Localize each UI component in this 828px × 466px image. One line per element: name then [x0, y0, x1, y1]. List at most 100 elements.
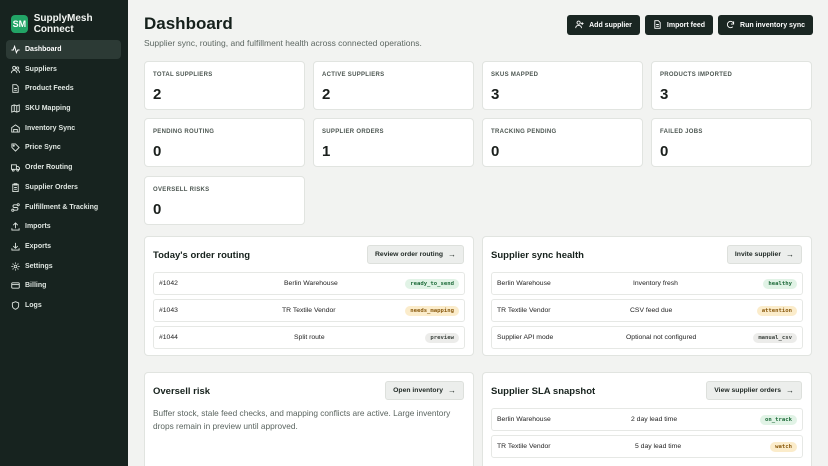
route-destination: TR Textile Vendor — [282, 307, 336, 314]
sidebar-item-billing[interactable]: Billing — [6, 276, 121, 295]
arrow-right-icon: → — [448, 250, 456, 259]
status-badge: manual_csv — [753, 333, 797, 343]
order-id: #1043 — [159, 307, 178, 314]
import-feed-button[interactable]: Import feed — [644, 15, 714, 35]
stat-label: PENDING ROUTING — [153, 129, 215, 135]
add-supplier-button[interactable]: Add supplier — [567, 15, 640, 35]
stat-value: 0 — [660, 143, 669, 160]
status-badge: on_track — [760, 415, 797, 425]
table-row[interactable]: Berlin Warehouse Inventory fresh healthy — [491, 272, 803, 295]
stat-value: 3 — [491, 86, 500, 103]
button-label: Invite supplier — [734, 251, 781, 258]
sidebar-item-label: SKU Mapping — [25, 105, 71, 113]
sync-detail: Optional not configured — [626, 334, 697, 341]
panel-title: Today's order routing — [153, 250, 251, 261]
stat-value: 2 — [322, 86, 331, 103]
brand-logo: SM — [11, 15, 28, 33]
order-routing-panel: Today's order routing Review order routi… — [144, 236, 474, 356]
arrow-right-icon: → — [448, 386, 456, 395]
map-icon — [11, 104, 20, 113]
stat-label: TRACKING PENDING — [491, 129, 557, 135]
file-icon — [11, 84, 20, 94]
panel-title: Supplier sync health — [491, 250, 584, 261]
brand[interactable]: SM SupplyMesh Connect — [11, 13, 128, 35]
lead-time: 2 day lead time — [631, 416, 678, 423]
supplier-name: TR Textile Vendor — [497, 443, 551, 450]
status-badge: needs_mapping — [405, 306, 459, 316]
status-badge: watch — [770, 442, 797, 452]
sidebar: SM SupplyMesh Connect Dashboard Supplier… — [0, 0, 128, 466]
stat-label: SUPPLIER ORDERS — [322, 129, 384, 135]
status-badge: attention — [756, 306, 797, 316]
sidebar-item-label: Product Feeds — [25, 85, 74, 93]
stat-label: FAILED JOBS — [660, 129, 703, 135]
warehouse-icon — [11, 124, 20, 133]
shield-icon — [11, 301, 20, 310]
sync-detail: CSV feed due — [630, 307, 673, 314]
sidebar-item-exports[interactable]: Exports — [6, 237, 121, 256]
sidebar-item-label: Billing — [25, 282, 47, 290]
review-order-routing-button[interactable]: Review order routing → — [367, 245, 464, 264]
stat-label: PRODUCTS IMPORTED — [660, 72, 733, 78]
sidebar-item-label: Settings — [25, 262, 53, 270]
lead-time: 5 day lead time — [635, 443, 682, 450]
arrow-right-icon: → — [786, 386, 794, 395]
button-label: View supplier orders — [714, 387, 781, 394]
table-row[interactable]: Supplier API mode Optional not configure… — [491, 326, 803, 349]
table-row[interactable]: TR Textile Vendor CSV feed due attention — [491, 299, 803, 322]
sidebar-item-logs[interactable]: Logs — [6, 296, 121, 315]
truck-icon — [11, 163, 20, 172]
route-icon — [11, 202, 20, 212]
sidebar-item-imports[interactable]: Imports — [6, 217, 121, 236]
sidebar-item-sku-mapping[interactable]: SKU Mapping — [6, 99, 121, 118]
header-actions: Add supplier Import feed Run inventory s… — [567, 15, 813, 35]
stat-card-active-suppliers: ACTIVE SUPPLIERS 2 — [313, 61, 474, 110]
sidebar-item-price-sync[interactable]: Price Sync — [6, 138, 121, 157]
page-subtitle: Supplier sync, routing, and fulfillment … — [144, 38, 422, 48]
table-row[interactable]: #1043 TR Textile Vendor needs_mapping — [153, 299, 465, 322]
sidebar-item-order-routing[interactable]: Order Routing — [6, 158, 121, 177]
table-row[interactable]: #1042 Berlin Warehouse ready_to_send — [153, 272, 465, 295]
stat-value: 1 — [322, 143, 331, 160]
panel-title: Oversell risk — [153, 386, 211, 397]
button-label: Review order routing — [375, 251, 443, 258]
sidebar-item-settings[interactable]: Settings — [6, 257, 121, 276]
status-badge: ready_to_send — [405, 279, 459, 289]
sidebar-item-product-feeds[interactable]: Product Feeds — [6, 79, 121, 98]
order-id: #1044 — [159, 334, 178, 341]
stat-label: OVERSELL RISKS — [153, 187, 210, 193]
sidebar-item-inventory-sync[interactable]: Inventory Sync — [6, 119, 121, 138]
invite-supplier-button[interactable]: Invite supplier → — [726, 245, 802, 264]
open-inventory-button[interactable]: Open inventory → — [385, 381, 464, 400]
sidebar-item-label: Imports — [25, 223, 51, 231]
sidebar-item-label: Dashboard — [25, 46, 62, 53]
stat-card-oversell-risks: OVERSELL RISKS 0 — [144, 176, 305, 225]
arrow-right-icon: → — [786, 250, 794, 259]
supplier-sync-health-panel: Supplier sync health Invite supplier → B… — [482, 236, 812, 356]
table-row[interactable]: Berlin Warehouse 2 day lead time on_trac… — [491, 408, 803, 431]
sidebar-item-label: Logs — [25, 301, 42, 309]
sidebar-nav: Dashboard Suppliers Product Feeds SKU Ma… — [6, 40, 121, 316]
run-inventory-sync-button[interactable]: Run inventory sync — [718, 15, 813, 35]
sidebar-item-supplier-orders[interactable]: Supplier Orders — [6, 178, 121, 197]
supplier-name: Berlin Warehouse — [497, 416, 551, 423]
supplier-name: Berlin Warehouse — [497, 280, 551, 287]
button-label: Open inventory — [393, 387, 443, 394]
add-supplier-label: Add supplier — [589, 21, 632, 29]
view-supplier-orders-button[interactable]: View supplier orders → — [706, 381, 802, 400]
table-row[interactable]: TR Textile Vendor 5 day lead time watch — [491, 435, 803, 458]
sidebar-item-fulfillment-tracking[interactable]: Fulfillment & Tracking — [6, 198, 121, 217]
oversell-description: Buffer stock, stale feed checks, and map… — [153, 408, 451, 431]
stat-card-supplier-orders: SUPPLIER ORDERS 1 — [313, 118, 474, 167]
upload-icon — [11, 222, 20, 231]
clipboard-icon — [11, 183, 20, 192]
sidebar-item-label: Inventory Sync — [25, 124, 76, 132]
stat-value: 2 — [153, 86, 162, 103]
file-icon — [653, 19, 662, 31]
refresh-icon — [726, 20, 735, 31]
sync-detail: Inventory fresh — [633, 280, 678, 287]
sidebar-item-dashboard[interactable]: Dashboard — [6, 40, 121, 59]
table-row[interactable]: #1044 Split route preview — [153, 326, 465, 349]
sidebar-item-suppliers[interactable]: Suppliers — [6, 60, 121, 79]
user-plus-icon — [575, 20, 584, 31]
